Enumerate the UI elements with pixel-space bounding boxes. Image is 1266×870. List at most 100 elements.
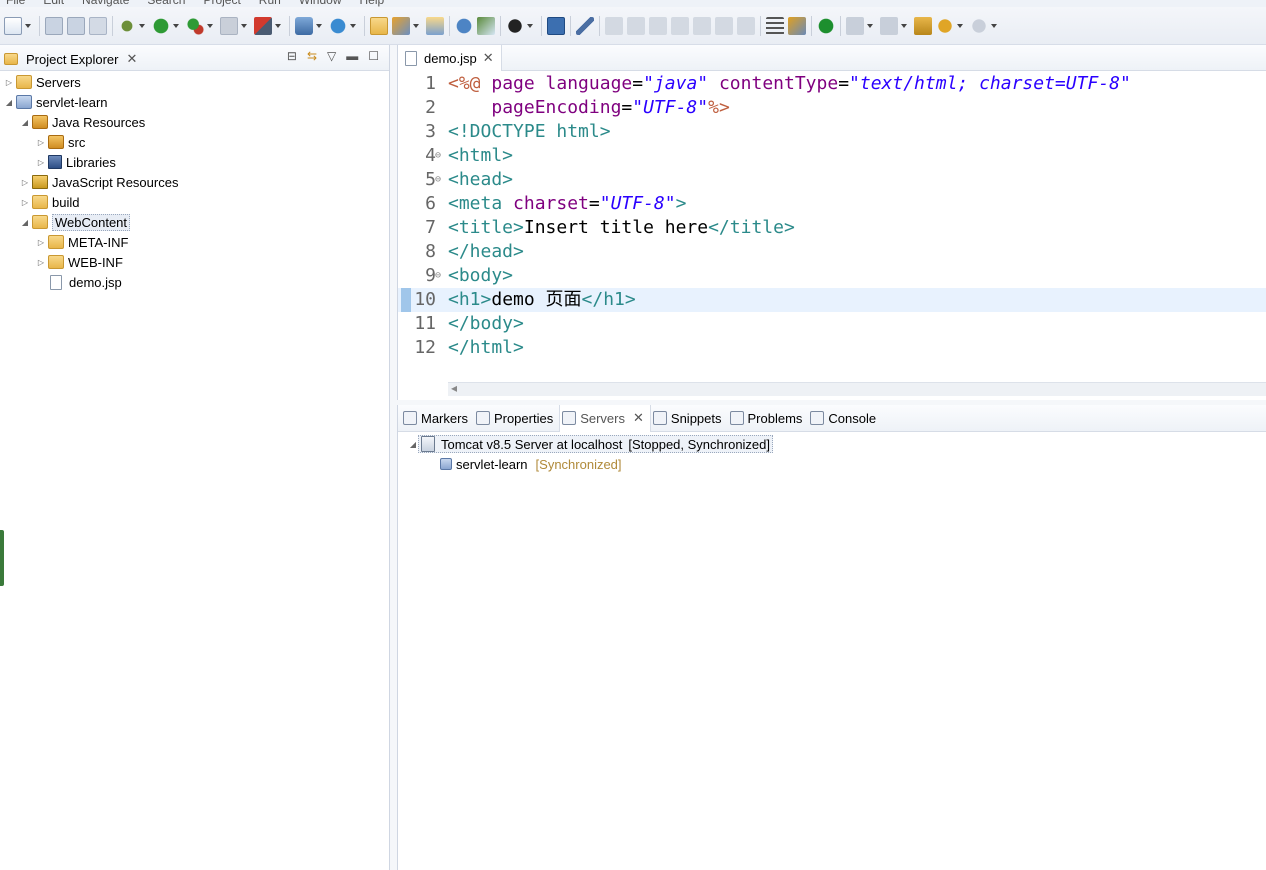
previous-annotation-dropdown-icon[interactable] <box>900 17 908 35</box>
collapsed-arrow-icon[interactable]: ▷ <box>36 157 46 167</box>
tree-item[interactable]: ◢ Java Resources <box>0 112 389 132</box>
terminal-icon[interactable] <box>547 16 565 35</box>
deploy-icon[interactable] <box>477 16 495 35</box>
link-with-editor-icon[interactable]: ⇆ <box>307 49 317 63</box>
code-line[interactable]: 11 </body> <box>398 312 1266 336</box>
expanded-arrow-icon[interactable]: ◢ <box>4 97 14 107</box>
forward-icon[interactable] <box>970 16 988 35</box>
tab-servers[interactable]: Servers ✕ <box>559 404 651 432</box>
menu-file[interactable]: File <box>0 0 37 7</box>
resume-icon[interactable] <box>605 16 623 35</box>
run-icon[interactable] <box>152 16 170 35</box>
back-icon[interactable] <box>936 16 954 35</box>
menu-window[interactable]: Window <box>293 0 354 7</box>
collapsed-arrow-icon[interactable]: ▷ <box>36 257 46 267</box>
tab-markers[interactable]: Markers <box>401 405 474 432</box>
open-type-icon[interactable] <box>392 16 410 35</box>
collapsed-arrow-icon[interactable]: ▷ <box>36 237 46 247</box>
tab-console[interactable]: Console <box>808 405 882 432</box>
close-icon[interactable]: ✕ <box>483 50 494 66</box>
tree-item[interactable]: ▷ Libraries <box>0 152 389 172</box>
open-type-dropdown-icon[interactable] <box>412 17 420 35</box>
fold-toggle-icon[interactable]: ⊖ <box>435 144 441 168</box>
collapse-all-icon[interactable]: ⊟ <box>287 49 297 63</box>
new-dropdown-icon[interactable] <box>24 17 32 35</box>
tab-project-explorer[interactable]: Project Explorer ✕ <box>0 47 143 71</box>
web-browser-icon[interactable] <box>455 16 473 35</box>
collapsed-arrow-icon[interactable]: ▷ <box>36 137 46 147</box>
new-icon[interactable] <box>4 16 22 35</box>
tree-item[interactable]: ▷ src <box>0 132 389 152</box>
code-line[interactable]: 10 <h1>demo 页面</h1> <box>398 288 1266 312</box>
coverage-icon[interactable] <box>186 16 204 35</box>
horizontal-scrollbar[interactable] <box>448 381 1266 396</box>
menu-project[interactable]: Project <box>197 0 252 7</box>
tree-item[interactable]: ▷ WEB-INF <box>0 252 389 272</box>
debug-dropdown-icon[interactable] <box>138 17 146 35</box>
code-line[interactable]: 7 <title>Insert title here</title> <box>398 216 1266 240</box>
toggle-mark-occurrences-icon[interactable] <box>788 16 806 35</box>
tab-snippets[interactable]: Snippets <box>651 405 728 432</box>
run-dropdown-icon[interactable] <box>172 17 180 35</box>
code-line[interactable]: 8 </head> <box>398 240 1266 264</box>
spring-boot-icon[interactable] <box>817 16 835 35</box>
new-server-dropdown-icon[interactable] <box>315 17 323 35</box>
new-server-icon[interactable] <box>295 16 313 35</box>
last-edit-location-icon[interactable] <box>914 16 932 35</box>
stop-dropdown-icon[interactable] <box>240 17 248 35</box>
menu-edit[interactable]: Edit <box>37 0 76 7</box>
tab-demo-jsp[interactable]: demo.jsp ✕ <box>398 45 502 71</box>
debug-icon[interactable] <box>118 16 136 35</box>
new-class-dropdown-icon[interactable] <box>349 17 357 35</box>
code-line[interactable]: 3 <!DOCTYPE html> <box>398 120 1266 144</box>
code-line[interactable]: 2 pageEncoding="UTF-8"%> <box>398 96 1266 120</box>
maximize-icon[interactable]: ☐ <box>368 49 379 63</box>
open-folder-icon[interactable] <box>370 16 388 35</box>
expanded-arrow-icon[interactable]: ◢ <box>20 217 30 227</box>
tree-item[interactable]: ◢ WebContent <box>0 212 389 232</box>
next-annotation-icon[interactable] <box>846 16 864 35</box>
code-line[interactable]: 1 <%@ page language="java" contentType="t… <box>398 72 1266 96</box>
external-tools-icon[interactable] <box>254 16 272 35</box>
suspend-icon[interactable] <box>627 16 645 35</box>
previous-annotation-icon[interactable] <box>880 16 898 35</box>
stop-icon[interactable] <box>220 16 238 35</box>
print-icon[interactable] <box>89 16 107 35</box>
user-icon[interactable] <box>506 16 524 35</box>
tree-item[interactable]: ▷ build <box>0 192 389 212</box>
close-icon[interactable]: ✕ <box>126 51 137 67</box>
server-selection[interactable]: Tomcat v8.5 Server at localhost [Stopped… <box>418 435 774 453</box>
user-dropdown-icon[interactable] <box>526 17 534 35</box>
save-all-icon[interactable] <box>67 16 85 35</box>
tab-problems[interactable]: Problems <box>728 405 809 432</box>
back-dropdown-icon[interactable] <box>956 17 964 35</box>
code-line[interactable]: 12 </html> <box>398 336 1266 360</box>
save-icon[interactable] <box>45 16 63 35</box>
new-class-icon[interactable] <box>329 16 347 35</box>
collapsed-arrow-icon[interactable]: ▷ <box>20 197 30 207</box>
word-wrap-icon[interactable] <box>766 16 784 35</box>
code-editor[interactable]: 1 <%@ page language="java" contentType="t… <box>398 72 1266 372</box>
toggle-breakpoint-icon[interactable] <box>576 16 594 35</box>
step-into-icon[interactable] <box>693 16 711 35</box>
tree-item[interactable]: demo.jsp <box>0 272 389 292</box>
code-line[interactable]: 9 ⊖ <body> <box>398 264 1266 288</box>
code-line[interactable]: 4 ⊖ <html> <box>398 144 1266 168</box>
collapsed-arrow-icon[interactable]: ▷ <box>4 77 14 87</box>
tree-item[interactable]: ▷ META-INF <box>0 232 389 252</box>
external-tools-dropdown-icon[interactable] <box>274 17 282 35</box>
step-return-icon[interactable] <box>737 16 755 35</box>
server-row[interactable]: ◢ Tomcat v8.5 Server at localhost [Stopp… <box>398 434 1266 454</box>
close-icon[interactable]: ✕ <box>633 410 644 426</box>
side-handle[interactable] <box>0 530 4 586</box>
module-row[interactable]: servlet-learn [Synchronized] <box>398 454 1266 474</box>
disconnect-icon[interactable] <box>671 16 689 35</box>
expanded-arrow-icon[interactable]: ◢ <box>20 117 30 127</box>
tab-properties[interactable]: Properties <box>474 405 559 432</box>
tree-item[interactable]: ▷ Servers <box>0 72 389 92</box>
open-resource-icon[interactable] <box>426 16 444 35</box>
menu-help[interactable]: Help <box>354 0 397 7</box>
minimize-icon[interactable]: ▬ <box>346 49 358 63</box>
coverage-dropdown-icon[interactable] <box>206 17 214 35</box>
collapsed-arrow-icon[interactable]: ▷ <box>20 177 30 187</box>
